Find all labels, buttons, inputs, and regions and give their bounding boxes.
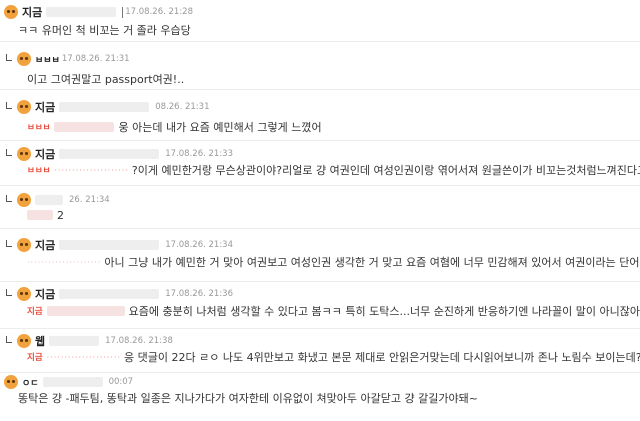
- comment-date: 17.08.26. 21:33: [165, 149, 234, 159]
- reply-arrow-icon: [4, 195, 14, 205]
- comment-author[interactable]: 지금: [35, 237, 55, 253]
- avatar[interactable]: [17, 193, 31, 207]
- reply-arrow-icon: [4, 54, 14, 64]
- comment-item: 웹 17.08.26. 21:38 지금 ···················…: [0, 329, 640, 373]
- comment-author[interactable]: 지금: [35, 286, 55, 302]
- comment-item: 지금 17.08.26. 21:34 ·····················…: [0, 229, 640, 282]
- comment-item: 26. 21:34 2: [0, 186, 640, 229]
- reply-arrow-icon: [4, 149, 14, 159]
- comment-date: 08.26. 21:31: [155, 102, 210, 112]
- comment-date: 26. 21:34: [69, 195, 110, 205]
- comment-date: 17.08.26. 21:38: [105, 336, 173, 346]
- reply-arrow-icon: [4, 102, 14, 112]
- comment-text: 똥탁은 걍 -패두팀, 똥탁과 일종은 지나가다가 여자한테 이유없이 쳐맞아두…: [18, 392, 478, 405]
- reply-tag[interactable]: ㅂㅂㅂ: [27, 121, 50, 133]
- comment-author[interactable]: 지금: [22, 4, 42, 20]
- comment-item: 지금 17.08.26. 21:36 지금 요즘에 충분히 나처럼 생각할 수 …: [0, 282, 640, 329]
- comment-text: ?이게 예민한거랑 무슨상관이야?리얼로 걍 여권인데 여성인권이랑 엮어서져 …: [131, 164, 640, 177]
- comment-date: 00:07: [108, 377, 134, 387]
- comment-text: 이고 그여권말고 passport여권!..: [27, 73, 185, 86]
- comment-text: ㅋㅋ 유머인 척 비꼬는 거 졸라 우습당: [18, 24, 191, 37]
- comment-text: 아니 그냥 내가 예민한 거 맞아 여권보고 여성인권 생각한 거 맞고 요즘 …: [104, 256, 640, 269]
- reply-arrow-icon: [4, 289, 14, 299]
- avatar[interactable]: [17, 147, 31, 161]
- comment-item: 지금 08.26. 21:31 ㅂㅂㅂ 웅 아는데 내가 요즘 예민해서 그렇게…: [0, 90, 640, 141]
- avatar[interactable]: [4, 5, 18, 19]
- reply-arrow-icon: [4, 240, 14, 250]
- reply-tag[interactable]: 지금: [27, 305, 43, 317]
- comment-author[interactable]: 지금: [35, 146, 55, 162]
- avatar[interactable]: [17, 238, 31, 252]
- comment-date: 17.08.26. 21:28: [125, 7, 194, 17]
- comment-text: 웅 아는데 내가 요즘 예민해서 그렇게 느꼈어: [118, 121, 322, 134]
- comment-item: 지금 17.08.26. 21:33 ㅂㅂㅂ ·················…: [0, 141, 640, 186]
- reply-tag[interactable]: 지금: [27, 351, 43, 363]
- comment-author[interactable]: 웹: [35, 333, 45, 349]
- avatar[interactable]: [17, 334, 31, 348]
- avatar[interactable]: [17, 287, 31, 301]
- comment-item: 지금 17.08.26. 21:28 ㅋㅋ 유머인 척 비꼬는 거 졸라 우습당: [0, 0, 640, 42]
- comment-item: ㅇㄷ 00:07 똥탁은 걍 -패두팀, 똥탁과 일종은 지나가다가 여자한테 …: [0, 373, 640, 421]
- comment-author[interactable]: ㅇㄷ: [22, 376, 39, 389]
- avatar[interactable]: [4, 375, 18, 389]
- comment-author[interactable]: 지금: [35, 99, 55, 115]
- comment-text: 응 댓글이 22다 ㄹㅇ 나도 4위만보고 화냈고 본문 제대로 안읽은거맞는데…: [124, 351, 640, 364]
- comment-author[interactable]: ㅂㅂㅂ: [35, 53, 60, 66]
- comment-text: 요즘에 충분히 나처럼 생각할 수 있다고 봄ㅋㅋ 특히 도탁스...너무 순진…: [128, 305, 640, 318]
- comment-date: 17.08.26. 21:31: [61, 54, 130, 64]
- comment-date: 17.08.26. 21:34: [165, 240, 234, 250]
- comment-date: 17.08.26. 21:36: [165, 289, 234, 299]
- avatar[interactable]: [17, 100, 31, 114]
- avatar[interactable]: [17, 52, 31, 66]
- comment-item: ㅂㅂㅂ 17.08.26. 21:31 이고 그여권말고 passport여권!…: [0, 42, 640, 90]
- reply-arrow-icon: [4, 336, 14, 346]
- reply-tag[interactable]: ㅂㅂㅂ: [27, 164, 50, 176]
- comment-text: 2: [57, 208, 64, 222]
